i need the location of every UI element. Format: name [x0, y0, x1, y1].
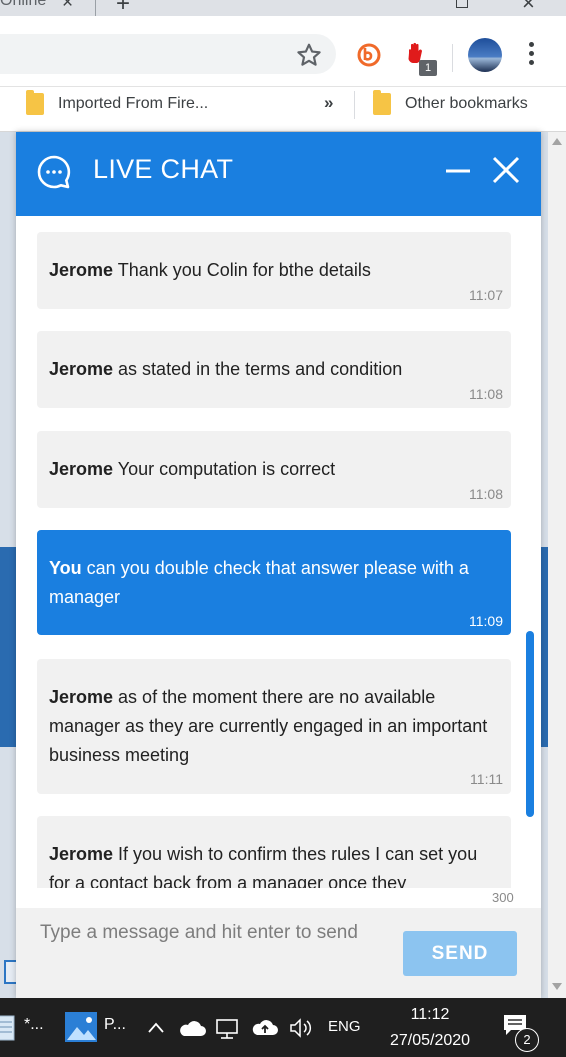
bookmarks-overflow-icon[interactable]: »	[324, 93, 333, 113]
address-bar[interactable]	[0, 34, 336, 74]
message-sender: You	[49, 558, 82, 578]
scroll-up-icon[interactable]	[552, 138, 562, 145]
bookmarks-bar: Imported From Fire... » Other bookmarks	[0, 87, 566, 132]
message-sender: Jerome	[49, 359, 114, 379]
browser-menu-icon[interactable]	[526, 42, 536, 68]
bookmark-star-icon[interactable]	[296, 42, 322, 68]
minimize-icon[interactable]	[444, 156, 472, 184]
tab-close-icon[interactable]: ×	[62, 0, 73, 14]
folder-icon	[373, 90, 391, 115]
restore-window-icon[interactable]	[456, 0, 468, 8]
taskbar-app-label[interactable]: P...	[104, 1016, 126, 1034]
close-icon[interactable]	[490, 154, 522, 186]
chat-message-own: You can you double check that answer ple…	[37, 530, 511, 635]
clock-date[interactable]: 27/05/2020	[380, 1032, 480, 1050]
message-text: Jerome If you wish to confirm thes rules…	[49, 840, 503, 888]
cloud-upload-icon[interactable]	[252, 1017, 278, 1039]
chat-title: LIVE CHAT	[93, 154, 234, 184]
bookmark-other[interactable]: Other bookmarks	[405, 95, 528, 113]
message-sender: Jerome	[49, 459, 114, 479]
tab-title[interactable]: Online	[0, 0, 46, 10]
clock-time[interactable]: 11:12	[380, 1006, 480, 1024]
onedrive-cloud-icon[interactable]	[178, 1020, 206, 1038]
message-text: Jerome as stated in the terms and condit…	[49, 355, 503, 384]
message-body: Your computation is correct	[113, 459, 336, 479]
chat-header: LIVE CHAT	[16, 132, 541, 216]
browser-toolbar: 1	[0, 16, 566, 87]
message-body: If you wish to confirm thes rules I can …	[49, 844, 478, 888]
chat-message: Jerome as of the moment there are no ava…	[37, 659, 511, 794]
chat-scrollbar-thumb[interactable]	[526, 631, 534, 817]
chevron-up-icon[interactable]	[147, 1020, 165, 1034]
extension-badge: 1	[419, 60, 437, 76]
chat-message: Jerome Your computation is correct 11:08	[37, 431, 511, 508]
notepad-app-icon[interactable]	[0, 1008, 18, 1046]
new-tab-icon[interactable]: +	[116, 0, 130, 16]
chat-message: Jerome as stated in the terms and condit…	[37, 331, 511, 408]
message-time: 11:07	[469, 287, 503, 303]
chat-message: Jerome If you wish to confirm thes rules…	[37, 816, 511, 888]
message-sender: Jerome	[49, 687, 114, 707]
message-input[interactable]	[40, 922, 380, 944]
volume-icon[interactable]	[288, 1017, 314, 1039]
message-body: can you double check that answer please …	[49, 558, 469, 607]
photos-app-icon[interactable]	[64, 1008, 98, 1046]
extension-b-icon[interactable]	[356, 42, 382, 68]
message-body: as stated in the terms and condition	[113, 359, 403, 379]
taskbar-app-label[interactable]: *...	[24, 1016, 44, 1034]
message-time: 11:08	[469, 486, 503, 502]
tab-strip: Online × + ×	[0, 0, 566, 16]
message-body: as of the moment there are no available …	[49, 687, 488, 765]
bookmarks-divider	[354, 91, 355, 119]
chat-message: Jerome Thank you Colin for bthe details …	[37, 232, 511, 309]
bookmark-imported[interactable]: Imported From Fire...	[58, 95, 208, 113]
message-text: Jerome as of the moment there are no ava…	[49, 683, 503, 770]
language-indicator[interactable]: ENG	[328, 1018, 361, 1035]
chat-bubble-icon	[37, 155, 71, 189]
message-sender: Jerome	[49, 260, 114, 280]
chat-composer: SEND	[16, 908, 541, 998]
page-scrollbar[interactable]	[548, 132, 566, 998]
toolbar-divider	[452, 44, 453, 72]
character-counter: 300	[492, 890, 514, 905]
close-window-icon[interactable]: ×	[522, 0, 535, 16]
taskbar: *... P... ENG 11:12 27/05/2020 2	[0, 998, 566, 1057]
message-text: Jerome Thank you Colin for bthe details	[49, 256, 503, 285]
message-time: 11:11	[470, 771, 503, 787]
folder-icon	[26, 90, 44, 115]
live-chat-window: LIVE CHAT Jerome Thank you Colin for bth…	[16, 132, 541, 998]
message-time: 11:08	[469, 386, 503, 402]
send-button[interactable]: SEND	[403, 931, 517, 976]
message-sender: Jerome	[49, 844, 114, 864]
message-list[interactable]: Jerome Thank you Colin for bthe details …	[16, 216, 541, 888]
network-icon[interactable]	[215, 1018, 243, 1040]
tab-divider	[95, 0, 96, 16]
message-text: You can you double check that answer ple…	[49, 554, 503, 612]
message-text: Jerome Your computation is correct	[49, 455, 503, 484]
message-time: 11:09	[469, 613, 503, 629]
message-body: Thank you Colin for bthe details	[113, 260, 371, 280]
notification-count-badge: 2	[515, 1028, 539, 1052]
scroll-down-icon[interactable]	[552, 983, 562, 990]
profile-avatar[interactable]	[468, 38, 502, 72]
